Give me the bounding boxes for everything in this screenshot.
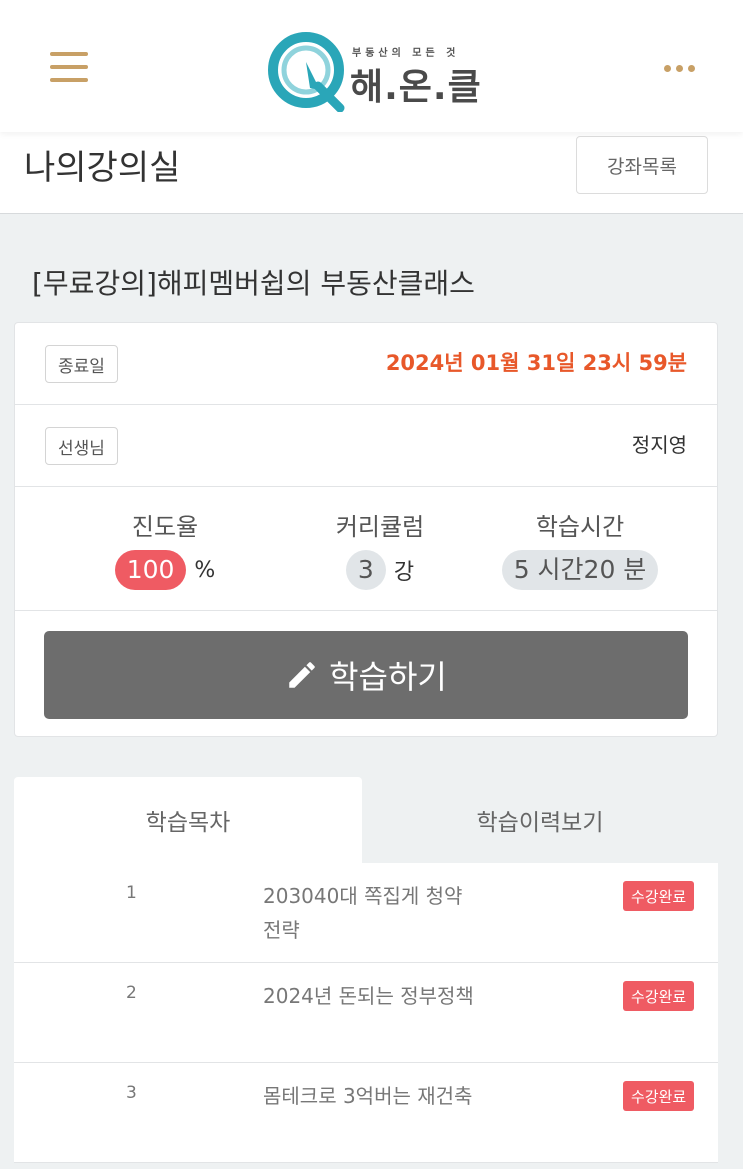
- progress-unit: %: [194, 557, 216, 583]
- page-header: 나의강의실 강좌목록: [0, 132, 743, 214]
- tab-contents[interactable]: 학습목차: [14, 777, 362, 863]
- teacher-row: 선생님 정지영: [15, 405, 717, 487]
- lesson-number: 2: [126, 983, 137, 1003]
- lesson-item[interactable]: 3 몸테크로 3억버는 재건축 수강완료: [14, 1063, 718, 1163]
- more-dots-icon[interactable]: [662, 56, 698, 80]
- curriculum-label: 커리큘럼: [335, 513, 425, 541]
- logo-subtitle: 부동산의 모든 것: [352, 48, 460, 59]
- lesson-number: 3: [126, 1083, 137, 1103]
- lesson-item[interactable]: 1 203040대 쪽집게 청약전략 수강완료: [14, 863, 718, 963]
- lesson-number: 1: [126, 883, 137, 903]
- lesson-title: 몸테크로 3억버는 재건축: [263, 1084, 473, 1108]
- logo-q-icon: [268, 32, 345, 112]
- pencil-icon: [289, 662, 315, 688]
- hamburger-menu-icon[interactable]: [50, 52, 88, 82]
- lesson-title: 2024년 돈되는 정부정책: [263, 984, 474, 1008]
- course-info-card: 종료일 2024년 01월 31일 23시 59분 선생님 정지영 진도율 10…: [14, 322, 718, 737]
- progress-label: 진도율: [131, 513, 199, 541]
- lesson-title: 203040대 쪽집게 청약전략: [263, 884, 463, 942]
- page-title: 나의강의실: [24, 148, 181, 188]
- curriculum-value: 3: [345, 550, 386, 590]
- lesson-list: 1 203040대 쪽집게 청약전략 수강완료 2 2024년 돈되는 정부정책…: [14, 863, 718, 1163]
- tab-history[interactable]: 학습이력보기: [362, 777, 718, 863]
- logo[interactable]: 부동산의 모든 것 해.온.클: [266, 32, 486, 112]
- lesson-status-badge: 수강완료: [623, 1081, 695, 1111]
- lesson-item[interactable]: 2 2024년 돈되는 정부정책 수강완료: [14, 963, 718, 1063]
- progress-value: 100: [114, 550, 187, 590]
- course-title: [무료강의]해피멤버쉽의 부동산클래스: [32, 267, 475, 300]
- curriculum-unit: 강: [393, 560, 415, 585]
- end-date-value: 2024년 01월 31일 23시 59분: [385, 351, 687, 375]
- end-date-label: 종료일: [45, 345, 118, 383]
- curriculum-stat: 커리큘럼 3 강: [300, 507, 460, 590]
- logo-title: 해.온.클: [350, 67, 482, 108]
- stats-row: 진도율 100 % 커리큘럼 3 강 학습시간 5 시간20 분: [15, 487, 717, 611]
- study-time-value: 5 시간20 분: [501, 550, 659, 590]
- study-time-stat: 학습시간 5 시간20 분: [485, 507, 675, 590]
- teacher-value: 정지영: [631, 433, 687, 457]
- lesson-status-badge: 수강완료: [623, 881, 695, 911]
- study-time-label: 학습시간: [535, 513, 625, 541]
- progress-stat: 진도율 100 %: [85, 507, 245, 590]
- study-button-label: 학습하기: [329, 658, 447, 696]
- lesson-status-badge: 수강완료: [623, 981, 695, 1011]
- course-list-button[interactable]: 강좌목록: [576, 136, 708, 194]
- end-date-row: 종료일 2024년 01월 31일 23시 59분: [15, 323, 717, 405]
- teacher-label: 선생님: [45, 427, 118, 465]
- app-header: 부동산의 모든 것 해.온.클: [0, 0, 743, 132]
- study-button[interactable]: 학습하기: [44, 631, 688, 719]
